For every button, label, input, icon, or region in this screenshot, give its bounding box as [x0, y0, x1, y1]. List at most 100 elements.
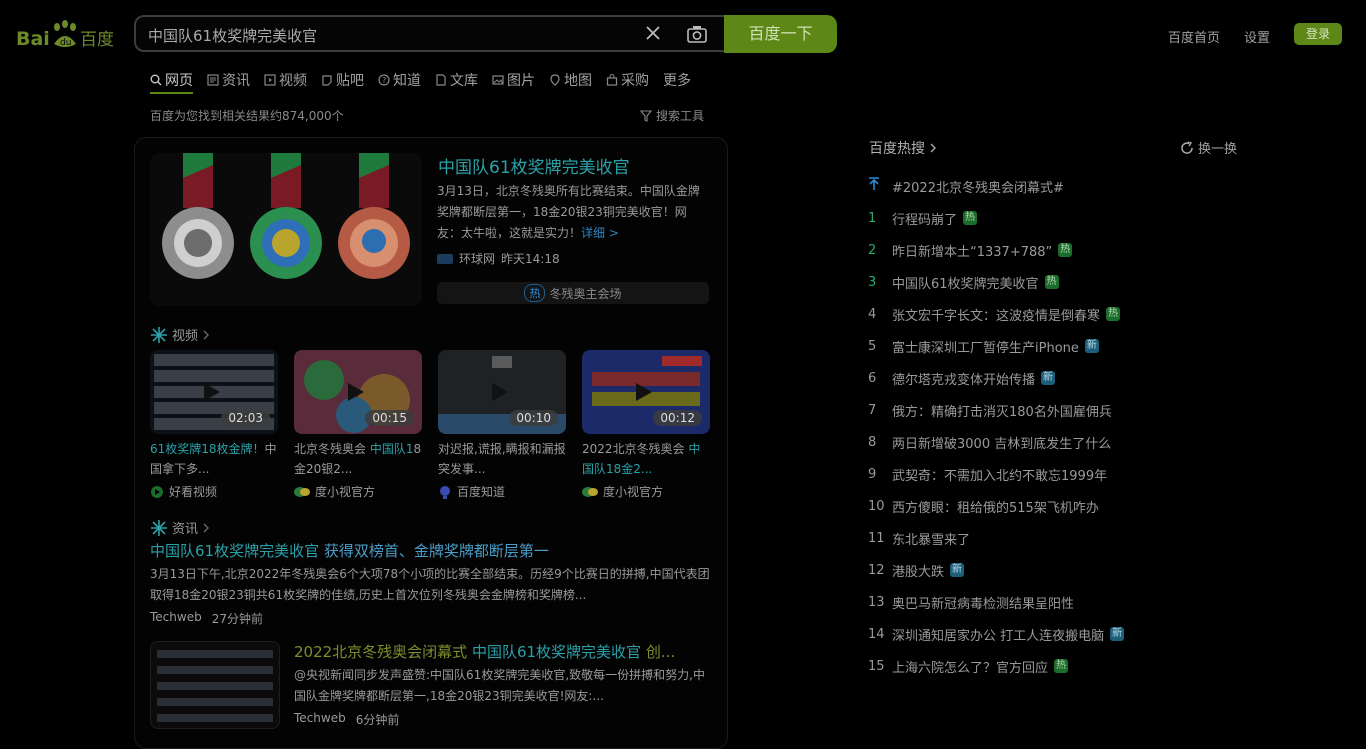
- video-item[interactable]: 02:03 61枚奖牌18枚金牌！中国拿下多... 好看视频: [150, 350, 278, 500]
- video-thumbnail[interactable]: 00:12: [582, 350, 710, 434]
- hot-search-text: 俄方：精确打击消灭180名外国雇佣兵: [892, 404, 1112, 420]
- source-logo-icon: [437, 253, 453, 264]
- news-title[interactable]: 中国队61枚奖牌完美收官 获得双榜首、金牌奖牌都断层第一: [150, 540, 549, 561]
- tab-wenku[interactable]: 文库: [435, 68, 478, 92]
- hot-search-title[interactable]: 百度热搜: [869, 138, 937, 158]
- related-hot-topic[interactable]: 热 冬残奥主会场: [437, 282, 709, 304]
- baidu-logo[interactable]: Bai du 百度: [16, 18, 118, 50]
- top-result-source: 环球网 昨天14:18: [437, 250, 560, 267]
- hot-search-text: 富士康深圳工厂暂停生产iPhone: [892, 340, 1079, 356]
- video-thumbnail[interactable]: 00:10: [438, 350, 566, 434]
- tab-more[interactable]: 更多: [663, 68, 691, 92]
- video-title[interactable]: 北京冬残奥会 中国队18金20银2...: [294, 439, 422, 479]
- video-thumbnail[interactable]: 00:15: [294, 350, 422, 434]
- baidu-home-link[interactable]: 百度首页: [1168, 27, 1220, 46]
- video-thumbnail[interactable]: 02:03: [150, 350, 278, 434]
- tab-zhidao[interactable]: ? 知道: [378, 68, 421, 92]
- hot-rank: 4: [868, 306, 877, 322]
- search-input[interactable]: 中国队61枚奖牌完美收官: [148, 25, 317, 46]
- video-section-header[interactable]: 视频: [150, 325, 210, 344]
- hot-rank: 15: [868, 658, 885, 674]
- zhidao-icon: [440, 485, 450, 499]
- video-source: 度小视官方: [582, 483, 710, 500]
- new-badge: 新: [1041, 371, 1056, 385]
- pin-top-icon: [868, 177, 892, 195]
- hot-search-item[interactable]: 6 德尔塔克戎变体开始传播新: [868, 362, 1168, 394]
- news-thumbnail[interactable]: [150, 641, 280, 729]
- hot-search-item[interactable]: 11 东北暴雪来了: [868, 522, 1168, 554]
- hot-rank: 13: [868, 594, 885, 610]
- hot-search-item[interactable]: 8 两日新增破3000 吉林到底发生了什么: [868, 426, 1168, 458]
- hot-search-item[interactable]: 10 西方傻眼：租给俄的515架飞机咋办: [868, 490, 1168, 522]
- play-icon: [636, 383, 652, 401]
- hot-search-item[interactable]: 1 行程码崩了热: [868, 202, 1168, 234]
- hot-search-item[interactable]: 12 港股大跌新: [868, 554, 1168, 586]
- login-button[interactable]: 登录: [1294, 23, 1342, 45]
- hot-rank: 14: [868, 626, 885, 642]
- hot-rank: 11: [868, 530, 885, 546]
- search-button[interactable]: 百度一下: [724, 15, 837, 53]
- map-icon: [550, 74, 560, 86]
- search-box[interactable]: 中国队61枚奖牌完美收官: [134, 15, 724, 52]
- tab-video[interactable]: 视频: [264, 68, 307, 92]
- chevron-right-icon: [203, 330, 210, 339]
- hot-search-item[interactable]: #2022北京冬残奥会闭幕式#: [868, 170, 1168, 202]
- search-tools-button[interactable]: 搜索工具: [640, 107, 704, 124]
- play-icon: [348, 383, 364, 401]
- logo-text-right: 百度: [80, 30, 114, 50]
- video-duration: 00:10: [509, 410, 558, 426]
- duxiaoshi-icon: [582, 486, 598, 497]
- tab-map[interactable]: 地图: [549, 68, 592, 92]
- result-count: 百度为您找到相关结果约874,000个: [150, 109, 344, 123]
- video-item[interactable]: 00:10 对迟报,谎报,瞒报和漏报突发事... 百度知道: [438, 350, 566, 500]
- question-icon: ?: [378, 74, 390, 86]
- hot-rank: 5: [868, 338, 877, 354]
- video-title[interactable]: 2022北京冬残奥会 中国队18金2...: [582, 439, 710, 479]
- video-item[interactable]: 00:12 2022北京冬残奥会 中国队18金2... 度小视官方: [582, 350, 710, 500]
- video-item[interactable]: 00:15 北京冬残奥会 中国队18金20银2... 度小视官方: [294, 350, 422, 500]
- hot-search-text: 东北暴雪来了: [892, 532, 971, 548]
- hot-search-item[interactable]: 4 张文宏千字长文：这波疫情是倒春寒热: [868, 298, 1168, 330]
- hot-search-item[interactable]: 7 俄方：精确打击消灭180名外国雇佣兵: [868, 394, 1168, 426]
- news-source: Techweb 6分钟前: [294, 711, 400, 727]
- hot-search-item[interactable]: 3 中国队61枚奖牌完美收官热: [868, 266, 1168, 298]
- details-link[interactable]: 详细 >: [581, 226, 619, 240]
- hot-search-text: 张文宏千字长文：这波疫情是倒春寒: [892, 308, 1101, 324]
- news-section-header[interactable]: 资讯: [150, 518, 210, 537]
- hot-search-item[interactable]: 2 昨日新增本土“1337+788” 热: [868, 234, 1168, 266]
- hot-search-item[interactable]: 5 富士康深圳工厂暂停生产iPhone 新: [868, 330, 1168, 362]
- clear-icon[interactable]: [644, 24, 662, 46]
- hot-search-item[interactable]: 15 上海六院怎么了？官方回应热: [868, 650, 1168, 682]
- hot-search-item[interactable]: 14 深圳通知居家办公 打工人连夜搬电脑新: [868, 618, 1168, 650]
- medals-image[interactable]: [150, 153, 422, 306]
- filter-icon: [640, 109, 652, 122]
- tab-news[interactable]: 资讯: [207, 68, 250, 92]
- news-title[interactable]: 2022北京冬残奥会闭幕式 中国队61枚奖牌完美收官 创...: [294, 641, 714, 662]
- hot-search-item[interactable]: 9 武契奇：不需加入北约不敢忘1999年: [868, 458, 1168, 490]
- camera-icon[interactable]: [686, 24, 708, 48]
- tab-web[interactable]: 网页: [150, 68, 193, 94]
- tab-image[interactable]: 图片: [492, 68, 535, 92]
- haokan-icon: [151, 485, 163, 498]
- settings-link[interactable]: 设置: [1244, 27, 1270, 46]
- svg-text:du: du: [60, 38, 71, 48]
- video-title[interactable]: 61枚奖牌18枚金牌！中国拿下多...: [150, 439, 278, 479]
- video-icon: [264, 74, 276, 86]
- top-result-title[interactable]: 中国队61枚奖牌完美收官: [438, 153, 630, 178]
- hot-search-list: #2022北京冬残奥会闭幕式# 1 行程码崩了热 2 昨日新增本土“1337+788” 热…: [868, 170, 1168, 682]
- refresh-button[interactable]: 换一换: [1180, 138, 1237, 157]
- chevron-right-icon: [203, 523, 210, 532]
- hot-search-text: 德尔塔克戎变体开始传播: [892, 372, 1036, 388]
- hot-search-text: 武契奇：不需加入北约不敢忘1999年: [892, 468, 1108, 484]
- hot-search-text: 深圳通知居家办公 打工人连夜搬电脑: [892, 628, 1105, 644]
- video-title[interactable]: 对迟报,谎报,瞒报和漏报突发事...: [438, 439, 566, 479]
- hot-search-item[interactable]: 13 奥巴马新冠病毒检测结果呈阳性: [868, 586, 1168, 618]
- hot-search-text: 奥巴马新冠病毒检测结果呈阳性: [892, 596, 1075, 612]
- hot-rank: 7: [868, 402, 877, 418]
- hot-badge: 热: [1054, 659, 1069, 673]
- tab-purchase[interactable]: 采购: [606, 68, 649, 92]
- tab-tieba[interactable]: 贴吧: [321, 68, 364, 92]
- hot-search-text: 行程码崩了: [892, 212, 958, 228]
- play-icon: [204, 383, 220, 401]
- hot-search-text: 港股大跌: [892, 564, 945, 580]
